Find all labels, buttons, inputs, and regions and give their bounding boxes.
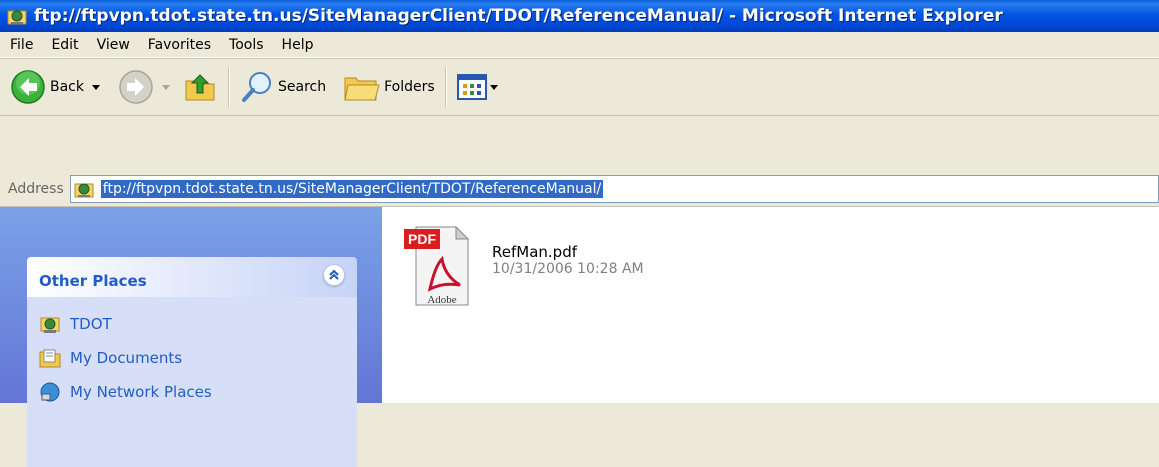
svg-text:Adobe: Adobe bbox=[427, 294, 456, 306]
views-dropdown-icon[interactable] bbox=[489, 84, 498, 90]
folders-button[interactable]: Folders bbox=[338, 65, 439, 109]
collapse-button[interactable] bbox=[323, 264, 345, 286]
views-button[interactable] bbox=[453, 65, 502, 109]
file-info: RefMan.pdf 10/31/2006 10:28 AM bbox=[472, 219, 644, 307]
address-bar: Address ftp://ftpvpn.tdot.state.tn.us/Si… bbox=[0, 172, 1159, 207]
toolbar-separator bbox=[228, 67, 230, 107]
forward-button[interactable] bbox=[114, 65, 174, 109]
place-my-network-places[interactable]: My Network Places bbox=[27, 375, 357, 409]
folders-label: Folders bbox=[384, 79, 435, 95]
my-documents-icon bbox=[39, 349, 61, 368]
ftp-folder-icon bbox=[7, 10, 27, 25]
place-tdot[interactable]: TDOT bbox=[27, 307, 357, 341]
file-item[interactable]: PDF Adobe RefMan.pdf 10/31/2006 10:28 AM bbox=[404, 219, 644, 307]
chevron-up-icon bbox=[329, 269, 339, 280]
ftp-folder-icon bbox=[74, 183, 94, 198]
menu-help[interactable]: Help bbox=[273, 37, 323, 53]
menu-view[interactable]: View bbox=[88, 37, 139, 53]
svg-text:PDF: PDF bbox=[408, 231, 436, 247]
toolbar-separator bbox=[444, 67, 447, 107]
up-folder-icon bbox=[185, 74, 215, 101]
other-places-list: TDOT My Documents My Network Places bbox=[27, 297, 357, 467]
file-list-area: PDF Adobe RefMan.pdf 10/31/2006 10:28 AM bbox=[382, 207, 1159, 403]
address-value: ftp://ftpvpn.tdot.state.tn.us/SiteManage… bbox=[100, 180, 604, 198]
up-folder-button[interactable] bbox=[178, 65, 222, 109]
back-arrow-icon bbox=[11, 70, 45, 104]
other-places-title: Other Places bbox=[39, 272, 147, 290]
menu-tools[interactable]: Tools bbox=[220, 37, 273, 53]
menu-favorites[interactable]: Favorites bbox=[139, 37, 220, 53]
title-bar[interactable]: ftp://ftpvpn.tdot.state.tn.us/SiteManage… bbox=[0, 0, 1159, 32]
search-label: Search bbox=[278, 79, 327, 95]
address-label: Address bbox=[8, 181, 64, 197]
folders-icon bbox=[344, 77, 380, 101]
other-places-header[interactable]: Other Places bbox=[27, 257, 357, 297]
network-places-icon bbox=[40, 382, 60, 402]
standard-toolbar: Back Search Folders bbox=[0, 59, 1159, 116]
address-input[interactable]: ftp://ftpvpn.tdot.state.tn.us/SiteManage… bbox=[69, 175, 1159, 203]
menu-bar: File Edit View Favorites Tools Help bbox=[0, 32, 1159, 58]
views-icon bbox=[456, 74, 487, 100]
back-label: Back bbox=[50, 79, 84, 95]
back-dropdown-icon[interactable] bbox=[92, 84, 100, 90]
pdf-file-icon: PDF Adobe bbox=[404, 225, 470, 306]
place-label: TDOT bbox=[70, 315, 112, 333]
other-places-panel: Other Places TDOT My Documents My Networ… bbox=[27, 257, 357, 467]
search-button[interactable]: Search bbox=[236, 65, 330, 109]
ftp-folder-icon bbox=[40, 317, 60, 333]
place-label: My Network Places bbox=[70, 383, 212, 401]
back-button[interactable]: Back bbox=[6, 65, 104, 109]
place-my-documents[interactable]: My Documents bbox=[27, 341, 357, 375]
file-date: 10/31/2006 10:28 AM bbox=[492, 261, 644, 277]
task-pane: Other Places TDOT My Documents My Networ… bbox=[0, 207, 382, 467]
menu-edit[interactable]: Edit bbox=[42, 37, 87, 53]
search-icon bbox=[242, 72, 271, 102]
menu-file[interactable]: File bbox=[0, 37, 42, 53]
file-name: RefMan.pdf bbox=[492, 243, 577, 261]
window-title: ftp://ftpvpn.tdot.state.tn.us/SiteManage… bbox=[34, 6, 1003, 26]
place-label: My Documents bbox=[70, 349, 183, 367]
forward-arrow-icon bbox=[119, 70, 153, 104]
forward-dropdown-icon[interactable] bbox=[162, 84, 170, 90]
